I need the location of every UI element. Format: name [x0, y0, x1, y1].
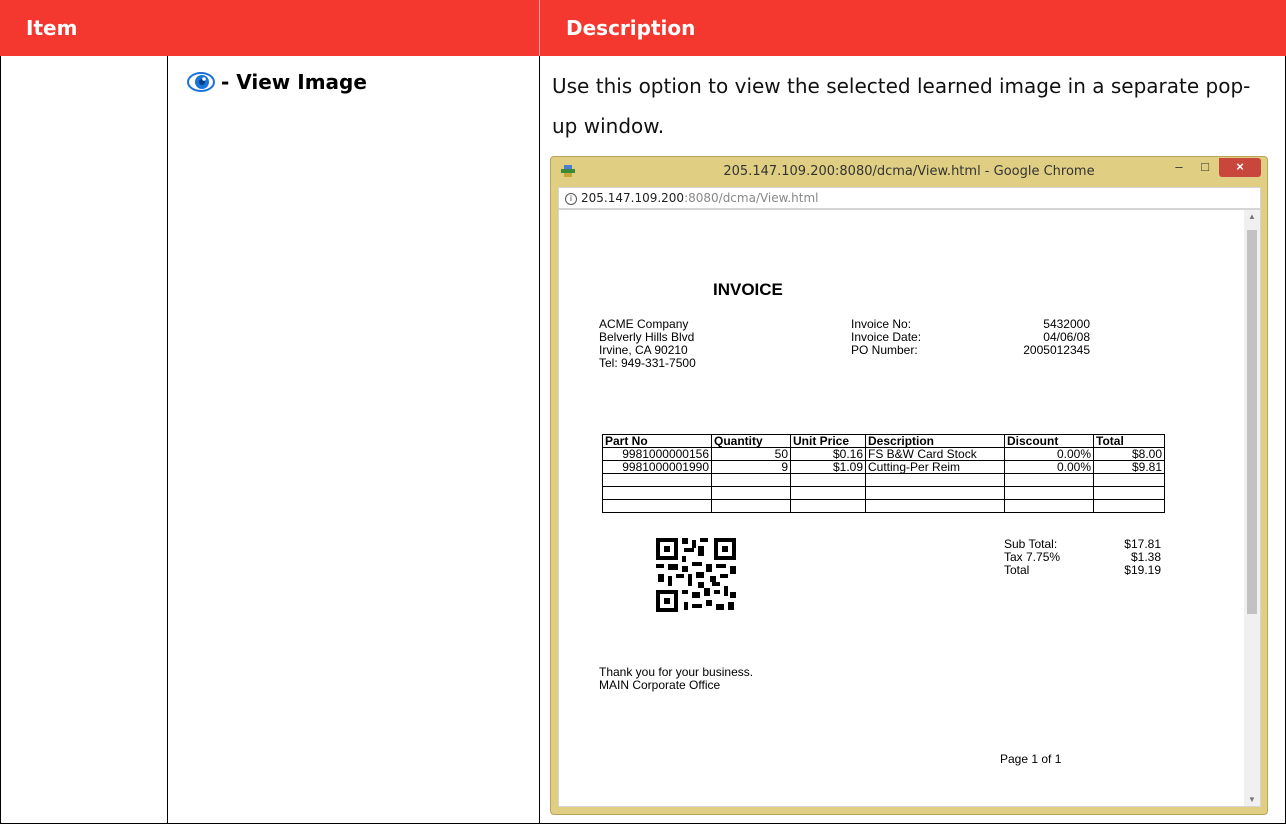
cell-description: FS B&W Card Stock: [865, 447, 1005, 461]
column-header: Total: [1093, 434, 1165, 448]
header-divider: [539, 0, 540, 56]
invoice-items-table: Part No Quantity Unit Price Description …: [602, 434, 1165, 513]
table-row-empty: [602, 499, 1165, 513]
page-viewport: INVOICE ACME Company Belverly Hills Blvd…: [558, 209, 1261, 807]
column-header: Quantity: [711, 434, 791, 448]
cell-total: $8.00: [1093, 447, 1165, 461]
totals-labels: Sub Total: Tax 7.75% Total: [1004, 538, 1060, 577]
scroll-up-arrow-icon[interactable]: ▲: [1244, 212, 1260, 221]
qr-code: [656, 538, 736, 612]
table-header-row: Item Description: [0, 0, 1286, 56]
vertical-scrollbar[interactable]: ▲ ▼: [1244, 210, 1260, 806]
info-icon[interactable]: i: [565, 192, 577, 205]
eye-icon: [187, 72, 215, 92]
page-number: Page 1 of 1: [1000, 752, 1062, 766]
url-host: 205.147.109.200: [581, 191, 685, 205]
table-column-divider: [167, 56, 168, 824]
window-title: 205.147.109.200:8080/dcma/View.html - Go…: [723, 164, 1095, 179]
maximize-button[interactable]: □: [1193, 158, 1217, 177]
cell-part-no: 9981000000156: [602, 447, 712, 461]
column-header: Part No: [602, 434, 712, 448]
thank-you-note: Thank you for your business. MAIN Corpor…: [599, 666, 753, 692]
table-row: 9981000001990 9 $1.09 Cutting-Per Reim 0…: [602, 460, 1165, 474]
cell-unit-price: $0.16: [790, 447, 866, 461]
cell-discount: 0.00%: [1004, 447, 1094, 461]
invoice-meta-labels: Invoice No: Invoice Date: PO Number:: [851, 318, 921, 357]
table-row: 9981000000156 50 $0.16 FS B&W Card Stock…: [602, 447, 1165, 461]
meta-value: 2005012345: [1023, 343, 1090, 357]
company-line: Tel: 949-331-7500: [599, 356, 696, 370]
item-view-image: - View Image: [187, 70, 367, 94]
cell-discount: 0.00%: [1004, 460, 1094, 474]
totals-value: $19.19: [1124, 563, 1161, 577]
url-path: :8080/dcma/View.html: [684, 191, 819, 205]
cell-part-no: 9981000001990: [602, 460, 712, 474]
column-header: Discount: [1004, 434, 1094, 448]
cell-total: $9.81: [1093, 460, 1165, 474]
cell-quantity: 9: [711, 460, 791, 474]
cell-description: Cutting-Per Reim: [865, 460, 1005, 474]
totals-label: Total: [1004, 563, 1030, 577]
column-header: Unit Price: [790, 434, 866, 448]
table-row-empty: [602, 486, 1165, 500]
meta-label: PO Number:: [851, 343, 918, 357]
cell-unit-price: $1.09: [790, 460, 866, 474]
table-header: Part No Quantity Unit Price Description …: [602, 434, 1165, 448]
totals-values: $17.81 $1.38 $19.19: [1089, 538, 1161, 577]
item-label: - View Image: [221, 70, 367, 94]
popup-browser-window: 205.147.109.200:8080/dcma/View.html - Go…: [550, 156, 1268, 815]
scroll-down-arrow-icon[interactable]: ▼: [1244, 795, 1260, 804]
invoice-meta-values: 5432000 04/06/08 2005012345: [1007, 318, 1090, 357]
table-border-left: [0, 56, 1, 824]
company-address: ACME Company Belverly Hills Blvd Irvine,…: [599, 318, 696, 370]
invoice-title: INVOICE: [713, 280, 783, 299]
description-text: Use this option to view the selected lea…: [552, 74, 1251, 138]
column-header-item: Item: [26, 16, 78, 40]
close-button[interactable]: ×: [1219, 158, 1261, 177]
column-header: Description: [865, 434, 1005, 448]
cell-quantity: 50: [711, 447, 791, 461]
column-header-description: Description: [566, 16, 696, 40]
thanks-line: MAIN Corporate Office: [599, 678, 721, 692]
window-titlebar[interactable]: 205.147.109.200:8080/dcma/View.html - Go…: [551, 157, 1267, 187]
scroll-thumb[interactable]: [1247, 230, 1257, 614]
table-row-empty: [602, 473, 1165, 487]
minimize-button[interactable]: –: [1167, 158, 1191, 177]
table-column-divider: [539, 56, 540, 824]
address-bar[interactable]: i 205.147.109.200:8080/dcma/View.html: [558, 187, 1261, 209]
